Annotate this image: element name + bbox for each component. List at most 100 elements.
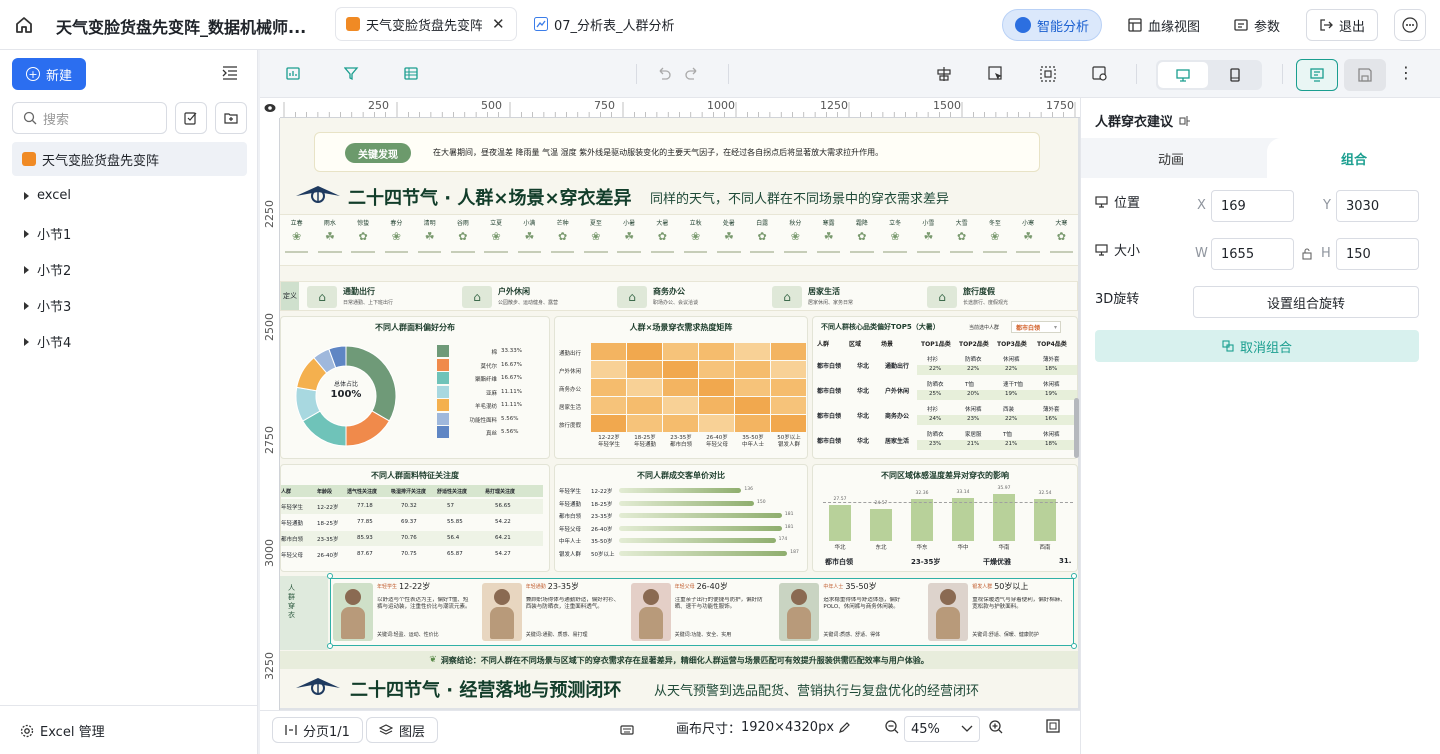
- desktop-view-icon[interactable]: [1158, 62, 1208, 88]
- component-title-text: 人群穿衣建议: [1095, 115, 1174, 130]
- selection-handle[interactable]: [1071, 573, 1077, 579]
- solar-term-label: 秋分: [789, 220, 802, 227]
- price-bar-chart: 年轻学生 12-22岁 136 年轻通勤 18-25岁 150 都市白领 23-35岁 181 年…: [559, 485, 807, 571]
- search-input[interactable]: 搜索: [12, 102, 167, 134]
- term-gauge: [284, 251, 309, 253]
- canvas-scrollbar[interactable]: [1074, 398, 1079, 458]
- selection-handle[interactable]: [1071, 643, 1077, 649]
- add-table-icon[interactable]: [404, 66, 422, 82]
- group-dropdown[interactable]: 都市白领 ▾: [1011, 321, 1061, 333]
- add-folder-icon[interactable]: [215, 102, 247, 134]
- selection-handle[interactable]: [327, 643, 333, 649]
- persona-group[interactable]: 年轻学生 12-22岁 以舒适与个性表达为主，偏好T恤、短裤与运动装，注重性价比与潮…: [330, 578, 1074, 646]
- more-options-icon[interactable]: [1394, 9, 1426, 41]
- fit-screen-icon[interactable]: [1046, 719, 1060, 733]
- height-input[interactable]: 150: [1336, 238, 1419, 270]
- edit-icon[interactable]: [838, 721, 850, 734]
- close-icon[interactable]: ✕: [492, 15, 505, 33]
- tab-animation[interactable]: 动画: [1081, 138, 1261, 178]
- filter-settings-icon[interactable]: [1092, 66, 1110, 82]
- heatmap-row-label: 商务办公: [559, 387, 582, 393]
- new-button[interactable]: + 新建: [12, 58, 86, 90]
- persona-card[interactable]: 年轻学生 12-22岁 以舒适与个性表达为主，偏好T恤、短裤与运动装，注重性价比与潮…: [331, 579, 478, 645]
- fabric-feature-panel[interactable]: 不同人群面料特征关注度 人群 年龄段 透气性关注度 吸湿排汗关注度 舒适性关注度 易打理关…: [280, 464, 550, 572]
- report-page[interactable]: 关键发现 在大暑期间，昼夜温差 降雨量 气温 湿度 紫外线是驱动服装变化的主要天…: [280, 118, 1078, 708]
- params-label: 参数: [1254, 19, 1281, 35]
- more-vertical-icon[interactable]: ⋮: [1398, 65, 1414, 81]
- sidebar: + 新建 搜索 天气变脸货盘先变阵 excel 小节1 小节2 小节3 小节4 …: [0, 50, 258, 754]
- collapse-sidebar-icon[interactable]: [222, 66, 238, 80]
- table-cell: 18%: [1045, 441, 1058, 447]
- heatmap-panel[interactable]: 人群×场景穿衣需求热度矩阵 通勤出行 户外休闲 商务办公 居家生活 旅行度假 12-22岁…: [554, 316, 808, 459]
- temperature-panel[interactable]: 不同区域体感温度差异对穿衣的影响 27.57 华北 24.57 东北 32.36 华东 33…: [812, 464, 1078, 572]
- group-icon[interactable]: [1179, 115, 1191, 127]
- add-chart-icon[interactable]: [286, 66, 304, 82]
- heatmap-col-label: 50岁以上 银发人群: [771, 435, 807, 449]
- preview-icon[interactable]: [1296, 59, 1338, 91]
- table-header: 区域: [849, 341, 862, 348]
- persona-card[interactable]: 年轻通勤 23-35岁 兼顾职场得体与通勤舒适，偏好衬衫、西装与防晒衣，注重面料透气…: [480, 579, 627, 645]
- table-cell: 居家生活: [885, 438, 910, 445]
- smart-analysis-button[interactable]: 智能分析: [1002, 9, 1103, 41]
- persona-card[interactable]: 中年人士 35-50岁 追求稳重得体与舒适体感，偏好POLO、休闲裤与商务休闲装。关…: [777, 579, 924, 645]
- add-filter-icon[interactable]: [344, 66, 362, 82]
- ungroup-button[interactable]: 取消组合: [1095, 330, 1419, 362]
- canvas-area[interactable]: 250 500 750 1000 1250 1500 1750 2250 250…: [260, 98, 1080, 710]
- temp-bar-label: 东北: [875, 545, 887, 551]
- panel-title: 不同人群核心品类偏好TOP5（大暑）: [821, 323, 940, 331]
- keyboard-icon[interactable]: [620, 724, 634, 736]
- table-cell: 休闲裤: [1003, 357, 1020, 363]
- price-panel[interactable]: 不同人群成交客单价对比 年轻学生 12-22岁 136 年轻通勤 18-25岁 150 都市…: [554, 464, 808, 572]
- fabric-donut-panel[interactable]: 不同人群面料偏好分布 总体占比 100% 棉 33.33% 莫代尔 16.67% 聚酯纤…: [280, 316, 550, 459]
- pages-button[interactable]: 分页1/1: [272, 717, 363, 743]
- table-cell: 19%: [1045, 391, 1058, 397]
- persona-card[interactable]: 年轻父母 26-40岁 注重亲子出行的便捷与防护，偏好防晒、速干与功能性服饰。 关键词…: [629, 579, 776, 645]
- key-finding-banner[interactable]: 关键发现 在大暑期间，昼夜温差 降雨量 气温 湿度 紫外线是驱动服装变化的主要天…: [314, 132, 1040, 172]
- zoom-select[interactable]: 45%: [904, 716, 980, 742]
- persona-card[interactable]: 银发人群 50岁以上 重视保暖透气与穿着便利，偏好棉麻、宽松款与护肤面料。 关键词:舒…: [926, 579, 1073, 645]
- dropdown-value: 都市白领: [1016, 324, 1041, 332]
- distribute-icon[interactable]: [1040, 66, 1058, 82]
- zoom-out-icon[interactable]: [884, 719, 900, 735]
- tab-group[interactable]: 组合: [1267, 138, 1440, 178]
- save-icon[interactable]: [1344, 59, 1386, 91]
- term-gauge: [816, 251, 841, 253]
- home-icon[interactable]: [14, 15, 34, 35]
- sidebar-item-dashboard[interactable]: 天气变脸货盘先变阵: [12, 142, 247, 176]
- lock-ratio-icon[interactable]: [1301, 248, 1313, 260]
- y-input[interactable]: 3030: [1336, 190, 1419, 222]
- bar-age: 18-25岁: [591, 501, 613, 508]
- exit-button[interactable]: 退出: [1306, 9, 1379, 41]
- solar-term: 春分 ❀: [380, 215, 413, 267]
- select-area-icon[interactable]: [988, 66, 1006, 82]
- excel-manage-button[interactable]: Excel 管理: [20, 721, 105, 740]
- top5-panel[interactable]: 不同人群核心品类偏好TOP5（大暑） 当前选中人群 都市白领 ▾ 人群 区域 场景 T…: [812, 316, 1078, 459]
- params-button[interactable]: 参数: [1234, 9, 1280, 41]
- size-label-text: 大小: [1114, 244, 1141, 259]
- multi-select-icon[interactable]: [175, 102, 207, 134]
- sidebar-item-section2[interactable]: 小节2: [24, 260, 71, 279]
- layers-button[interactable]: 图层: [366, 717, 439, 743]
- width-input[interactable]: 1655: [1211, 238, 1294, 270]
- sidebar-item-section3[interactable]: 小节3: [24, 296, 71, 315]
- solar-term: 惊蛰 ✿: [347, 215, 380, 267]
- ai-icon: [1015, 17, 1031, 33]
- tab-analysis[interactable]: 07_分析表_人群分析: [524, 8, 694, 40]
- sidebar-item-section4[interactable]: 小节4: [24, 332, 71, 351]
- lineage-view-button[interactable]: 血缘视图: [1128, 9, 1200, 41]
- redo-icon[interactable]: [684, 66, 702, 82]
- tab-dashboard[interactable]: 天气变脸货盘先变阵 ✕: [336, 8, 516, 40]
- mobile-view-icon[interactable]: [1210, 62, 1260, 88]
- sidebar-item-excel[interactable]: excel: [24, 188, 71, 203]
- sidebar-item-section1[interactable]: 小节1: [24, 224, 71, 243]
- zoom-in-icon[interactable]: [988, 719, 1004, 735]
- undo-icon[interactable]: [656, 66, 674, 82]
- table-header: 场景: [881, 341, 894, 348]
- selection-handle[interactable]: [327, 573, 333, 579]
- term-gauge: [318, 251, 342, 253]
- align-icon[interactable]: [936, 66, 954, 82]
- ruler-visibility-icon[interactable]: [260, 98, 280, 118]
- rotate-button[interactable]: 设置组合旋转: [1193, 286, 1419, 318]
- x-input[interactable]: 169: [1211, 190, 1294, 222]
- ruler-label: 250: [368, 99, 389, 112]
